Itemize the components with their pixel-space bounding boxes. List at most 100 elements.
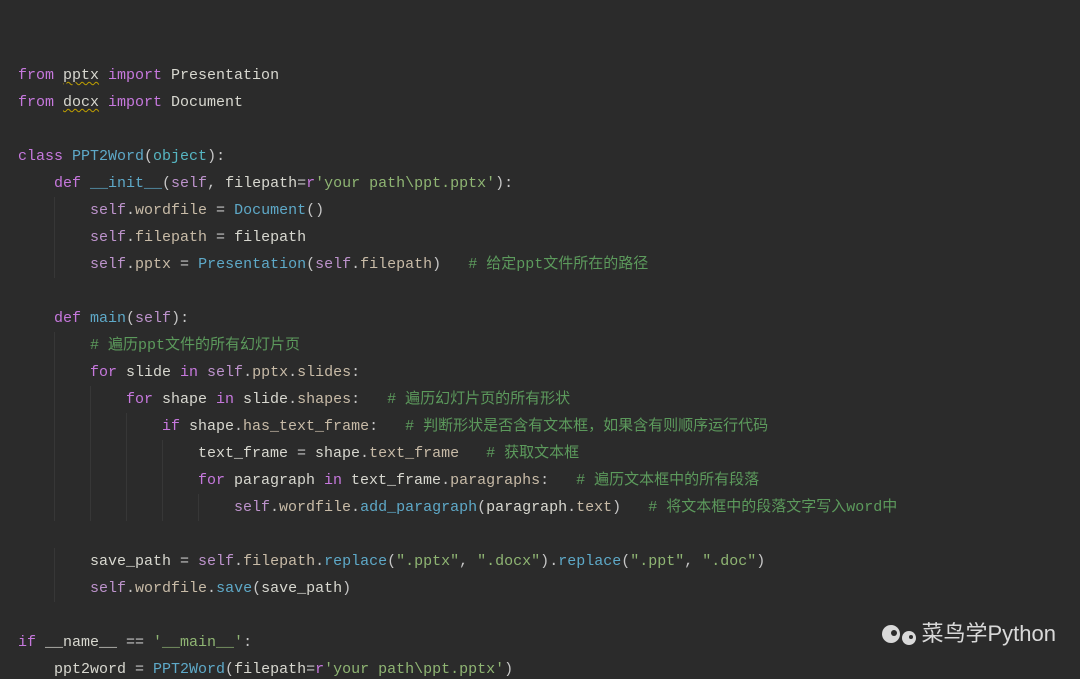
code-token: r	[315, 661, 324, 678]
code-editor[interactable]: from pptx import Presentationfrom docx i…	[0, 0, 1080, 679]
code-line[interactable]: self.filepath = filepath	[18, 224, 1080, 251]
code-token: (	[144, 148, 153, 165]
code-token: from	[18, 94, 63, 111]
code-token: for	[90, 364, 126, 381]
code-token: .	[126, 202, 135, 219]
code-token	[549, 472, 576, 489]
code-line[interactable]: text_frame = shape.text_frame # 获取文本框	[18, 440, 1080, 467]
code-line[interactable]: ppt2word = PPT2Word(filepath=r'your path…	[18, 656, 1080, 679]
code-token: ppt2word	[54, 661, 126, 678]
code-line[interactable]: for slide in self.pptx.slides:	[18, 359, 1080, 386]
code-token: import	[99, 67, 171, 84]
wechat-icon	[882, 625, 900, 643]
code-token: 'your path\ppt.pptx'	[315, 175, 495, 192]
code-token: shape	[162, 391, 207, 408]
code-token: filepath	[225, 175, 297, 192]
code-line[interactable]	[18, 116, 1080, 143]
code-token: wordfile	[135, 202, 207, 219]
code-line[interactable]: self.pptx = Presentation(self.filepath) …	[18, 251, 1080, 278]
code-token: filepath	[234, 229, 306, 246]
code-token	[360, 391, 387, 408]
code-line[interactable]: save_path = self.filepath.replace(".pptx…	[18, 548, 1080, 575]
code-line[interactable]: from pptx import Presentation	[18, 62, 1080, 89]
code-token: # 给定ppt文件所在的路径	[468, 256, 648, 273]
code-token: from	[18, 67, 63, 84]
code-block: from pptx import Presentationfrom docx i…	[18, 62, 1080, 679]
code-token: self	[234, 499, 270, 516]
code-line[interactable]	[18, 521, 1080, 548]
code-line[interactable]: def main(self):	[18, 305, 1080, 332]
code-token: PPT2Word	[153, 661, 225, 678]
code-token	[18, 607, 27, 624]
code-token: ,	[684, 553, 702, 570]
code-token: :	[243, 634, 252, 651]
code-token: .	[315, 553, 324, 570]
code-token: import	[99, 94, 171, 111]
code-line[interactable]: self.wordfile.save(save_path)	[18, 575, 1080, 602]
code-token: self	[315, 256, 351, 273]
code-token: has_text_frame	[243, 418, 369, 435]
code-line[interactable]: def __init__(self, filepath=r'your path\…	[18, 170, 1080, 197]
code-token: ,	[459, 553, 477, 570]
code-token: shapes	[297, 391, 351, 408]
code-line[interactable]: self.wordfile.add_paragraph(paragraph.te…	[18, 494, 1080, 521]
code-token: .	[207, 580, 216, 597]
code-token: save_path	[261, 580, 342, 597]
code-token: wordfile	[279, 499, 351, 516]
code-token: =	[288, 445, 315, 462]
code-token: ".ppt"	[630, 553, 684, 570]
code-token: ):	[207, 148, 225, 165]
code-token: add_paragraph	[360, 499, 477, 516]
code-token: paragraph	[234, 472, 315, 489]
code-token: filepath	[234, 661, 306, 678]
code-token: '__main__'	[153, 634, 243, 651]
code-token: self	[90, 580, 126, 597]
code-token: =	[171, 553, 198, 570]
code-token: shape	[315, 445, 360, 462]
code-line[interactable]: self.wordfile = Document()	[18, 197, 1080, 224]
code-token: # 将文本框中的段落文字写入word中	[648, 499, 897, 516]
code-token: )	[756, 553, 765, 570]
code-token: # 判断形状是否含有文本框，如果含有则顺序运行代码	[405, 418, 768, 435]
code-token: )	[540, 553, 549, 570]
code-token: filepath	[243, 553, 315, 570]
code-token: in	[207, 391, 243, 408]
code-token: (	[621, 553, 630, 570]
code-token: wordfile	[135, 580, 207, 597]
code-token: text	[576, 499, 612, 516]
code-token: self	[90, 256, 126, 273]
code-token: ==	[117, 634, 153, 651]
code-line[interactable]: for paragraph in text_frame.paragraphs: …	[18, 467, 1080, 494]
code-token: text_frame	[351, 472, 441, 489]
code-token: =	[171, 256, 198, 273]
code-line[interactable]: for shape in slide.shapes: # 遍历幻灯片页的所有形状	[18, 386, 1080, 413]
code-token: # 遍历文本框中的所有段落	[576, 472, 759, 489]
code-line[interactable]: if shape.has_text_frame: # 判断形状是否含有文本框，如…	[18, 413, 1080, 440]
code-line[interactable]: class PPT2Word(object):	[18, 143, 1080, 170]
code-line[interactable]: from docx import Document	[18, 89, 1080, 116]
code-token: pptx	[252, 364, 288, 381]
code-line[interactable]: # 遍历ppt文件的所有幻灯片页	[18, 332, 1080, 359]
code-token: )	[612, 499, 621, 516]
wechat-icon	[902, 631, 916, 645]
code-token: if	[162, 418, 189, 435]
code-token: docx	[63, 94, 99, 111]
code-token: self	[90, 229, 126, 246]
code-token: object	[153, 148, 207, 165]
code-token: (	[387, 553, 396, 570]
code-token: .	[351, 256, 360, 273]
code-token: self	[198, 553, 234, 570]
code-token: for	[126, 391, 162, 408]
code-token: .	[288, 364, 297, 381]
code-token: slide	[126, 364, 171, 381]
code-token: pptx	[63, 67, 99, 84]
code-token: paragraphs	[450, 472, 540, 489]
code-token: paragraph	[486, 499, 567, 516]
code-token: (	[306, 256, 315, 273]
code-token: (	[126, 310, 135, 327]
code-token: __init__	[90, 175, 162, 192]
code-token: text_frame	[198, 445, 288, 462]
code-line[interactable]	[18, 278, 1080, 305]
code-token	[18, 283, 27, 300]
code-token: .	[360, 445, 369, 462]
